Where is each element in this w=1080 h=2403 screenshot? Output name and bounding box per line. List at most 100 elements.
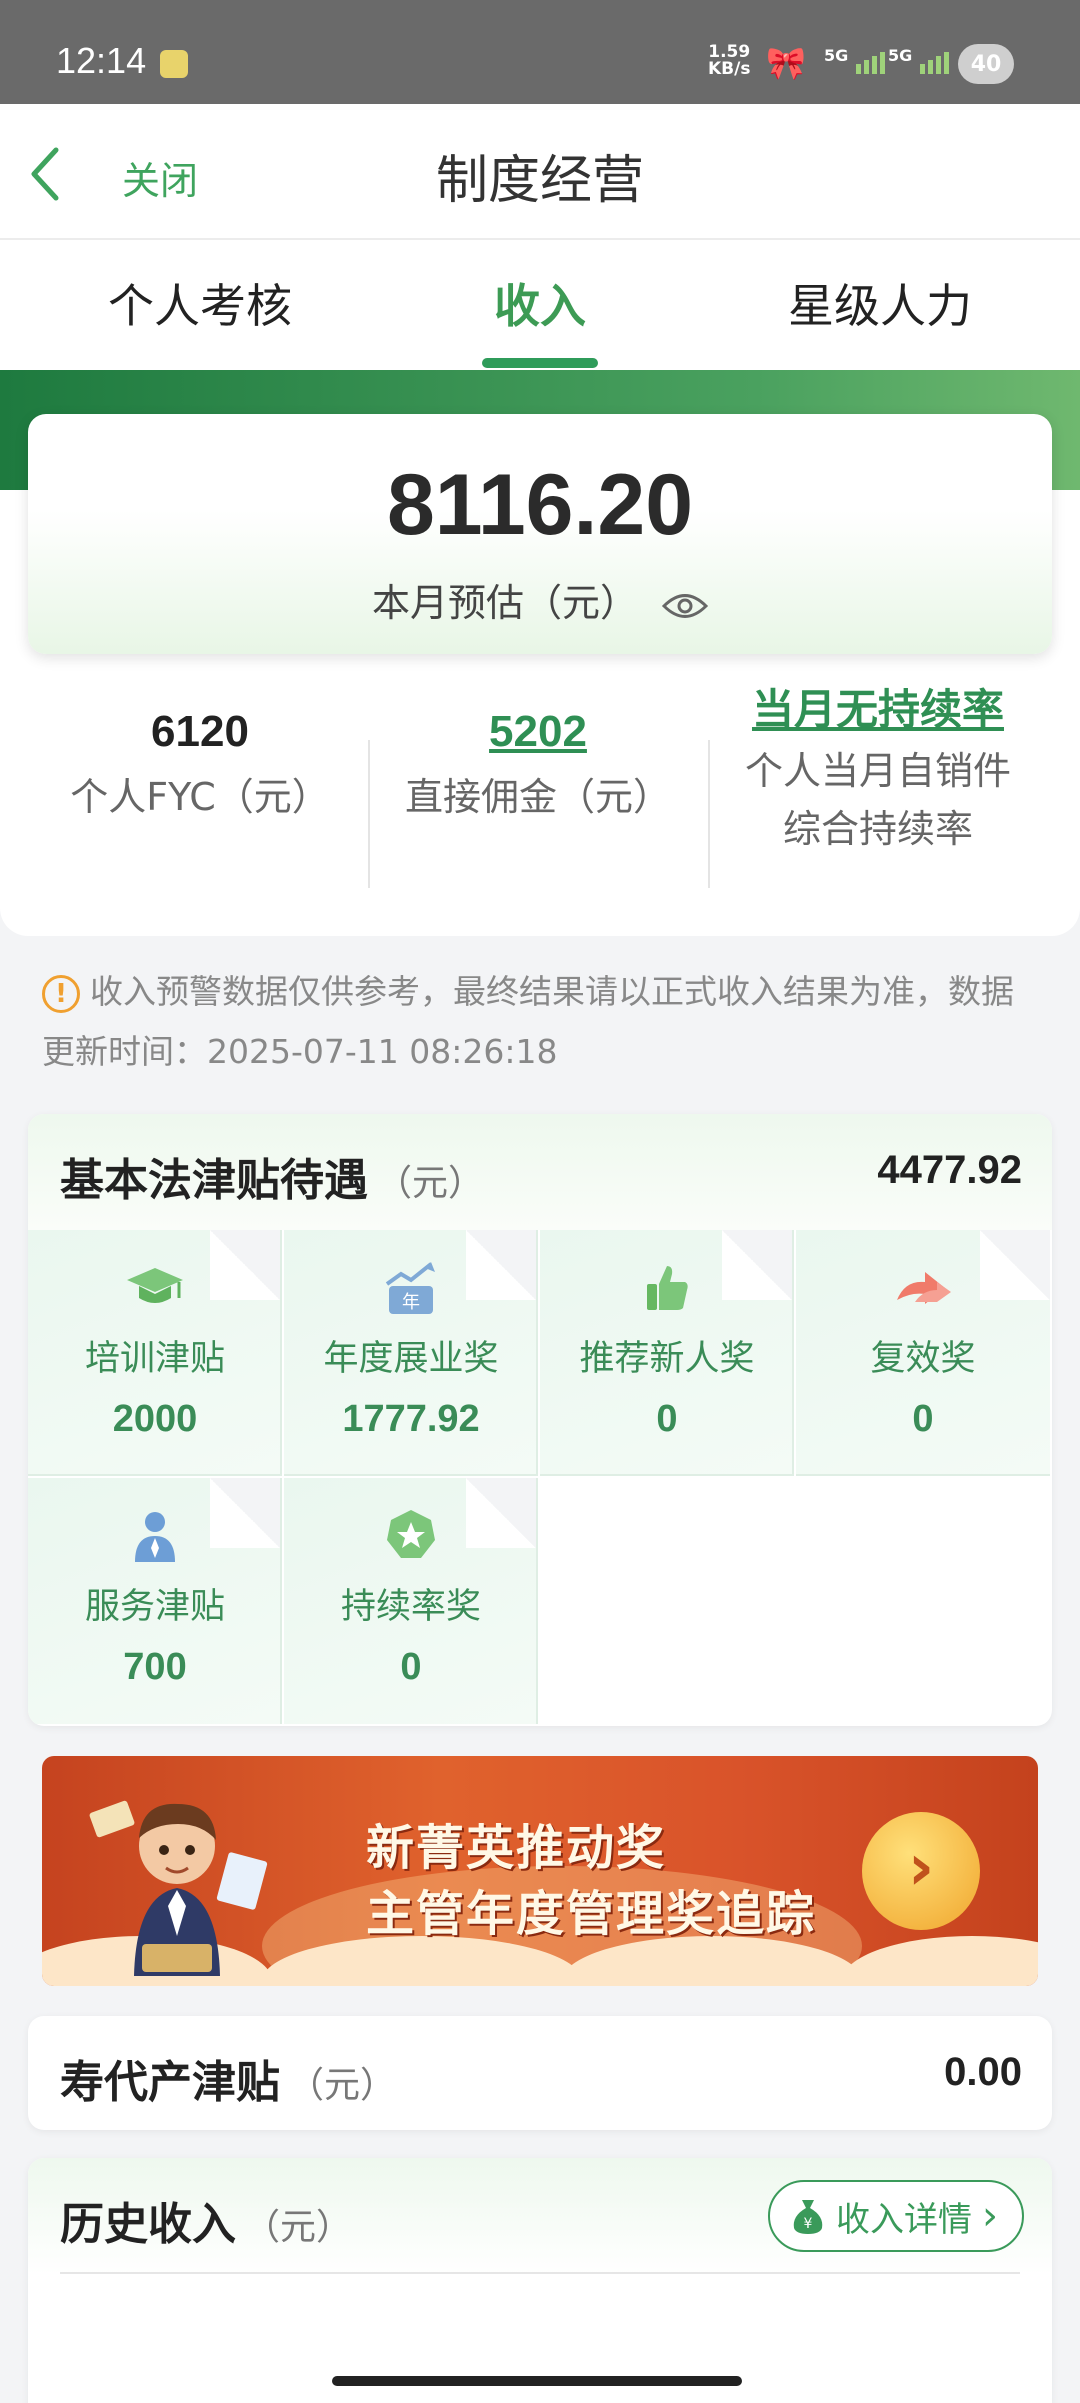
tab-personal-assessment[interactable]: 个人考核: [108, 270, 292, 336]
allowance-label: 服务津贴: [84, 1587, 225, 1627]
monthly-estimate-label-text: 本月预估（元）: [371, 581, 638, 625]
battery-icon: 40: [958, 44, 1014, 84]
cartoon-agent-illustration: [89, 1800, 268, 1976]
allowance-total: 4477.92: [877, 1148, 1022, 1192]
chevron-right-icon: ›: [982, 2193, 998, 2239]
monthly-estimate-amount: 8116.20: [386, 457, 694, 553]
eye-icon[interactable]: [662, 591, 709, 621]
history-title: 历史收入: [60, 2199, 236, 2250]
allowance-value: 0: [912, 1398, 934, 1440]
income-detail-button[interactable]: ¥ 收入详情 ›: [768, 2180, 1024, 2252]
app-screen: 12:14 1.59 KB/s 🎀 5G 5G 40 关闭 制度经营 个人考核 …: [0, 0, 1080, 2403]
allowance-training[interactable]: 培训津贴 2000: [28, 1230, 282, 1476]
monthly-estimate-label: 本月预估（元）: [28, 572, 1052, 627]
status-time: 12:14: [56, 40, 147, 81]
signal-icon: [856, 52, 885, 74]
life-agency-allowance-card: 寿代产津贴 （元） 0.00: [28, 2016, 1052, 2130]
star-badge-icon: [387, 1510, 435, 1558]
signal-icon: [920, 52, 949, 74]
income-stats: 6120 个人FYC（元） 5202 直接佣金（元） 当月无持续率 个人当月自销…: [0, 686, 1080, 900]
tab-income[interactable]: 收入: [494, 270, 586, 336]
page-fold: [210, 1230, 280, 1300]
allowance-value: 0: [400, 1646, 422, 1688]
page-fold: [980, 1230, 1050, 1300]
allowance-label: 持续率奖: [340, 1587, 481, 1627]
warning-icon: !: [42, 974, 80, 1013]
allowance-value: 0: [656, 1398, 678, 1440]
allowance-value: 2000: [112, 1398, 198, 1440]
allowance-label: 推荐新人奖: [579, 1339, 755, 1379]
page-fold: [466, 1478, 536, 1548]
monthly-estimate-card: 8116.20 本月预估（元）: [28, 414, 1052, 654]
service-person-icon: [135, 1512, 175, 1562]
stat-personal-fyc: 6120 个人FYC（元）: [30, 700, 370, 826]
section-title: 寿代产津贴 （元）: [60, 2046, 396, 2110]
stat-direct-commission: 5202 直接佣金（元）: [368, 700, 708, 826]
svg-text:¥: ¥: [804, 2216, 813, 2232]
unit-label: （元）: [244, 2207, 353, 2248]
allowance-service[interactable]: 服务津贴 700: [28, 1478, 282, 1724]
page-fold: [210, 1478, 280, 1548]
section-title: 历史收入 （元）: [60, 2188, 352, 2252]
stat-label-line1: 个人当月自销件: [744, 749, 1011, 793]
tab-bar: 个人考核 收入 星级人力: [0, 240, 1080, 370]
active-tab-indicator: [482, 358, 598, 368]
persistency-link[interactable]: 当月无持续率: [708, 678, 1048, 742]
income-detail-label: 收入详情: [836, 2199, 972, 2240]
divider: [60, 2272, 1020, 2274]
bow-icon: 🎀: [766, 44, 806, 82]
money-bag-icon: ¥: [793, 2200, 823, 2234]
history-income-card: 历史收入 （元） ¥ 收入详情 ›: [28, 2158, 1052, 2403]
chevron-right-icon: ›: [907, 1831, 935, 1905]
page-fold: [722, 1230, 792, 1300]
allowance-value: 1777.92: [342, 1398, 480, 1440]
stat-value: 6120: [151, 707, 249, 756]
tab-star-manpower[interactable]: 星级人力: [788, 270, 972, 336]
allowance-grid: 培训津贴 2000 年 年度展业奖 1777.92 推荐新人奖 0 复效奖 0 …: [28, 1230, 1052, 1726]
allowance-persistency[interactable]: 持续率奖 0: [284, 1478, 538, 1724]
graduation-cap-icon: [127, 1268, 183, 1303]
status-bar: 12:14 1.59 KB/s 🎀 5G 5G 40: [0, 0, 1080, 104]
banner-title-line2: 主管年度管理奖追踪: [366, 1886, 817, 1942]
unit-label: （元）: [376, 1163, 485, 1204]
banner-cloud: [842, 1936, 1038, 1986]
unit-label: （元）: [288, 2065, 397, 2106]
allowance-label: 培训津贴: [84, 1339, 225, 1379]
allowance-reinstatement[interactable]: 复效奖 0: [796, 1230, 1050, 1476]
double-arrow-icon: [897, 1272, 951, 1304]
allowance-annual-business[interactable]: 年 年度展业奖 1777.92: [284, 1230, 538, 1476]
allowance-value: 700: [123, 1646, 187, 1688]
life-agency-title: 寿代产津贴: [60, 2057, 280, 2108]
allowance-title: 基本法津贴待遇: [60, 1155, 368, 1206]
thumbs-up-icon: [647, 1266, 688, 1310]
promo-banner[interactable]: 新菁英推动奖 主管年度管理奖追踪 ›: [42, 1756, 1038, 1986]
annual-growth-icon: 年: [385, 1262, 435, 1314]
stat-value-link[interactable]: 5202: [368, 700, 708, 764]
sim1-label: 5G: [824, 46, 849, 65]
sim2-label: 5G: [888, 46, 913, 65]
section-title: 基本法津贴待遇 （元）: [60, 1144, 484, 1208]
stat-persistency: 当月无持续率 个人当月自销件 综合持续率: [708, 678, 1048, 858]
app-notification-icon: [160, 50, 188, 78]
page-title: 制度经营: [435, 151, 644, 211]
life-agency-value: 0.00: [944, 2050, 1022, 2094]
warning-text: 收入预警数据仅供参考，最终结果请以正式收入结果为准，数据更新时间：2025-07…: [42, 972, 1014, 1071]
page-fold: [466, 1230, 536, 1300]
stat-label: 直接佣金（元）: [404, 775, 671, 819]
banner-arrow-button[interactable]: ›: [862, 1812, 980, 1930]
battery-level: 40: [970, 51, 1002, 77]
income-summary: 8116.20 本月预估（元） 6120 个人FYC（元） 5202 直接佣金（…: [0, 370, 1080, 936]
banner-title-line1: 新菁英推动奖: [366, 1820, 667, 1876]
nav-bar: 关闭 制度经营: [0, 104, 1080, 240]
allowance-card: 基本法津贴待遇 （元） 4477.92 培训津贴 2000 年 年度展业奖 17…: [28, 1114, 1052, 1726]
allowance-referral[interactable]: 推荐新人奖 0: [540, 1230, 794, 1476]
allowance-label: 复效奖: [870, 1339, 976, 1379]
allowance-header: 基本法津贴待遇 （元） 4477.92: [28, 1114, 1052, 1230]
network-speed-unit: KB/s: [708, 59, 751, 79]
svg-text:年: 年: [402, 1292, 420, 1313]
stat-label: 个人FYC（元）: [70, 775, 330, 819]
stat-label-line2: 综合持续率: [782, 807, 973, 851]
history-header: 历史收入 （元） ¥ 收入详情 ›: [28, 2158, 1052, 2274]
home-indicator[interactable]: [332, 2376, 742, 2386]
warning-notice: ! 收入预警数据仅供参考，最终结果请以正式收入结果为准，数据更新时间：2025-0…: [42, 962, 1042, 1082]
